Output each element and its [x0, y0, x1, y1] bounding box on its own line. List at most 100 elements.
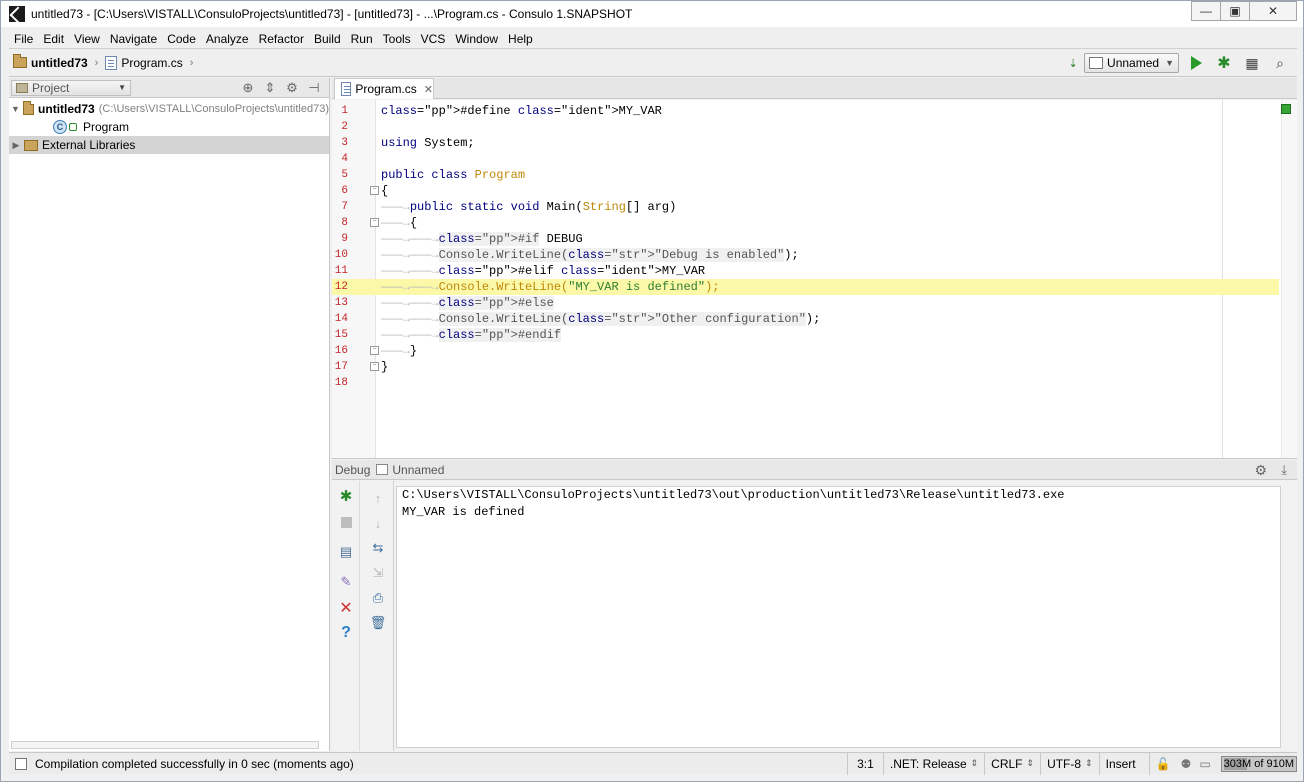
menu-navigate[interactable]: Navigate	[105, 32, 162, 46]
code-line[interactable]: 9 ———→———→class="pp">#if DEBUG	[332, 231, 1279, 247]
expanded-arrow-icon[interactable]: ▼	[11, 104, 20, 114]
project-view-dropdown[interactable]: Project ▼	[11, 79, 131, 96]
code-line[interactable]: 17 −}	[332, 359, 1279, 375]
line-number[interactable]: 14	[332, 311, 348, 327]
notifications-icon[interactable]: ▭	[1199, 757, 1210, 771]
line-number[interactable]: 1	[332, 103, 348, 119]
line-number[interactable]: 10	[332, 247, 348, 263]
code-line[interactable]: 15 ———→———→class="pp">#endif	[332, 327, 1279, 343]
code-line[interactable]: 5 public class Program	[332, 167, 1279, 183]
line-number[interactable]: 15	[332, 327, 348, 343]
close-window-button[interactable]: ✕	[1249, 1, 1297, 21]
debug-button[interactable]: ✱	[1213, 52, 1235, 74]
menu-build[interactable]: Build	[309, 32, 346, 46]
code-line[interactable]: 6 −{	[332, 183, 1279, 199]
run-configuration-selector[interactable]: Unnamed ▼	[1084, 53, 1179, 73]
collapse-all-icon[interactable]: ⇕	[259, 80, 281, 96]
menu-view[interactable]: View	[69, 32, 105, 46]
soft-wrap-icon[interactable]: ⇆	[369, 539, 387, 557]
line-number[interactable]: 6	[332, 183, 348, 199]
breadcrumb-project[interactable]: untitled73	[9, 54, 92, 70]
console-output[interactable]: C:\Users\VISTALL\ConsuloProjects\untitle…	[396, 486, 1281, 748]
memory-indicator[interactable]: 303M of 910M	[1220, 755, 1297, 772]
tree-item-external-libraries[interactable]: ▶ External Libraries	[9, 136, 329, 154]
locate-icon[interactable]: ⊕	[237, 80, 259, 96]
menu-edit[interactable]: Edit	[38, 32, 69, 46]
insert-mode[interactable]: Insert	[1098, 752, 1149, 775]
line-number[interactable]: 3	[332, 135, 348, 151]
line-number[interactable]: 9	[332, 231, 348, 247]
line-number[interactable]: 12	[332, 279, 348, 295]
view-breakpoints-icon[interactable]: ✎	[337, 573, 355, 591]
line-separator-selector[interactable]: CRLF ⇕	[984, 752, 1040, 775]
debug-tab-label[interactable]: Debug	[335, 463, 370, 477]
code-line[interactable]: 16 − ———→}	[332, 343, 1279, 359]
gear-icon[interactable]: ⚙	[1254, 462, 1267, 479]
code-line[interactable]: 4	[332, 151, 1279, 167]
lock-icon[interactable]: 🔓	[1156, 757, 1171, 771]
close-tab-icon[interactable]: ✕	[424, 83, 433, 96]
tab-program-cs[interactable]: Program.cs ✕	[334, 78, 434, 99]
menu-file[interactable]: File	[9, 32, 38, 46]
fold-toggle-icon[interactable]: −	[370, 346, 379, 355]
menu-window[interactable]: Window	[450, 32, 503, 46]
help-icon[interactable]: ?	[337, 624, 355, 642]
code-line[interactable]: 8 − ———→{	[332, 215, 1279, 231]
caret-position[interactable]: 3:1	[846, 752, 883, 775]
encoding-selector[interactable]: UTF-8 ⇕	[1040, 752, 1099, 775]
code-line[interactable]: 11 ———→———→class="pp">#elif class="ident"…	[332, 263, 1279, 279]
line-number[interactable]: 7	[332, 199, 348, 215]
code-line[interactable]: 13 ———→———→class="pp">#else	[332, 295, 1279, 311]
inspector-icon[interactable]: ⚉	[1181, 757, 1192, 771]
fold-toggle-icon[interactable]: −	[370, 218, 379, 227]
line-number[interactable]: 2	[332, 119, 348, 135]
code-line[interactable]: 10 ———→———→Console.WriteLine(class="str">…	[332, 247, 1279, 263]
tree-item-root[interactable]: ▼ untitled73 (C:\Users\VISTALL\ConsuloPr…	[9, 100, 329, 118]
code-line[interactable]: 14 ———→———→Console.WriteLine(class="str">…	[332, 311, 1279, 327]
code-line[interactable]: 7 ———→public static void Main(String[] ar…	[332, 199, 1279, 215]
maximize-button[interactable]: ▣	[1220, 1, 1250, 21]
line-number[interactable]: 11	[332, 263, 348, 279]
code-line[interactable]: 2	[332, 119, 1279, 135]
sort-binary-icon[interactable]: ⇣	[1062, 52, 1084, 74]
hide-panel-icon[interactable]: ⊣	[303, 80, 325, 96]
line-number[interactable]: 18	[332, 375, 348, 391]
close-icon[interactable]: ✕	[337, 599, 355, 617]
rerun-debug-icon[interactable]: ✱	[337, 487, 355, 505]
code-line[interactable]: 3 using System;	[332, 135, 1279, 151]
menu-code[interactable]: Code	[162, 32, 201, 46]
menu-vcs[interactable]: VCS	[416, 32, 451, 46]
stop-icon[interactable]	[337, 513, 355, 531]
breadcrumb-file[interactable]: Program.cs	[101, 55, 186, 70]
line-number[interactable]: 13	[332, 295, 348, 311]
line-number[interactable]: 8	[332, 215, 348, 231]
arrow-down-icon[interactable]: ↓	[369, 514, 387, 532]
run-button[interactable]	[1185, 52, 1207, 74]
code-line[interactable]: 12 ———→———→Console.WriteLine("MY_VAR is d…	[332, 279, 1279, 295]
code-editor[interactable]: 1 class="pp">#define class="ident">MY_VAR…	[332, 100, 1297, 459]
line-number[interactable]: 16	[332, 343, 348, 359]
framework-selector[interactable]: .NET: Release ⇕	[882, 752, 984, 775]
event-log-icon[interactable]	[15, 757, 27, 770]
project-horizontal-scrollbar[interactable]	[11, 741, 319, 749]
gear-icon[interactable]: ⚙	[281, 80, 303, 96]
status-message[interactable]: Compilation completed successfully in 0 …	[35, 757, 847, 771]
menu-tools[interactable]: Tools	[378, 32, 416, 46]
code-line[interactable]: 18	[332, 375, 1279, 391]
fold-toggle-icon[interactable]: −	[370, 362, 379, 371]
editor-vertical-scrollbar[interactable]	[1281, 100, 1297, 458]
print-icon[interactable]: ⎙	[369, 589, 387, 607]
line-number[interactable]: 5	[332, 167, 348, 183]
menu-run[interactable]: Run	[346, 32, 378, 46]
search-icon[interactable]: ⌕	[1269, 52, 1291, 74]
menu-refactor[interactable]: Refactor	[254, 32, 309, 46]
project-structure-button[interactable]: ▦	[1241, 52, 1263, 74]
hide-panel-icon[interactable]: ⤓	[1281, 462, 1287, 478]
trash-icon[interactable]: 🗑	[369, 614, 387, 632]
menu-help[interactable]: Help	[503, 32, 538, 46]
line-number[interactable]: 4	[332, 151, 348, 167]
arrow-up-icon[interactable]: ↑	[369, 489, 387, 507]
fold-toggle-icon[interactable]: −	[370, 186, 379, 195]
restore-layout-icon[interactable]: ▤	[337, 543, 355, 561]
line-number[interactable]: 17	[332, 359, 348, 375]
